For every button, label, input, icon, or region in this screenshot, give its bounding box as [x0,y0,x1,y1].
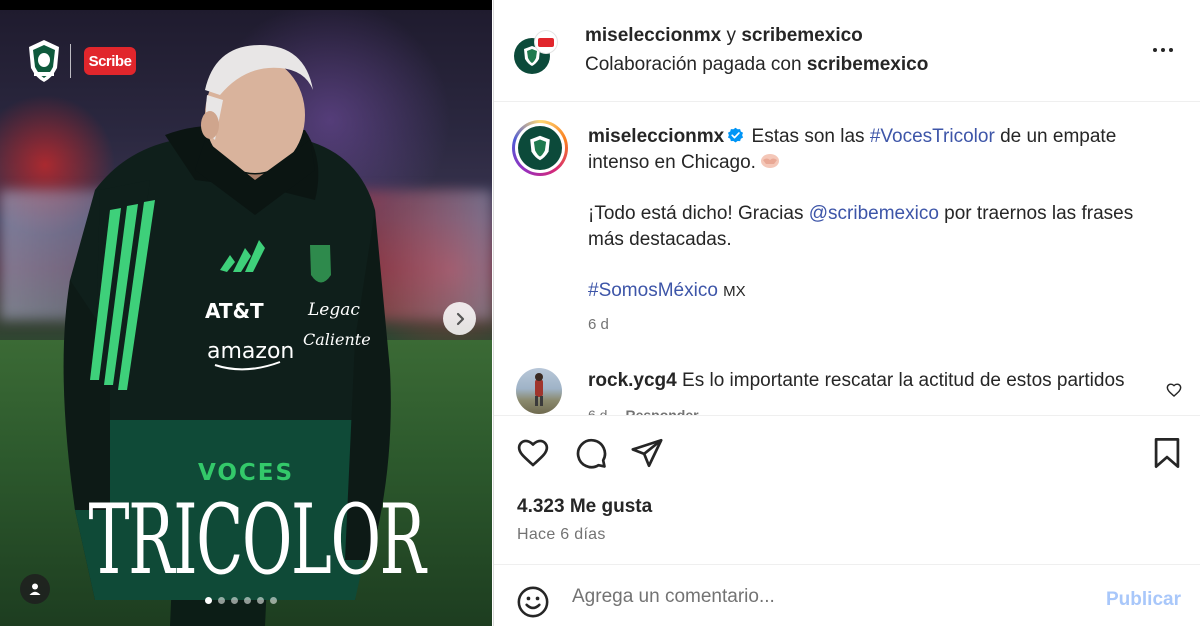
emoji-smiley-icon[interactable] [516,585,550,619]
more-options-button[interactable] [1151,40,1175,60]
caption-paragraph-2: ¡Todo está dicho! Gracias @scribemexico … [588,201,1148,253]
post-header: miseleccionmx y scribemexico Colaboració… [494,0,1200,102]
verified-badge-icon [728,127,744,143]
caption-avatar[interactable] [512,120,568,176]
collaborator-avatar[interactable] [534,30,558,54]
more-dot [1153,48,1157,52]
caption-para2-pre: ¡Todo está dicho! Gracias [588,203,804,224]
svg-text:Legac: Legac [307,300,360,320]
post-date[interactable]: Hace 6 días [517,526,606,544]
comment-bubble-icon[interactable] [574,436,608,470]
header-connector: y [726,25,737,46]
carousel-dot [231,597,238,604]
comment-like-heart-icon[interactable] [1166,382,1182,398]
comment-body: rock.ycg4 Es lo importante rescatar la a… [588,370,1158,392]
collaborator-username-link[interactable]: scribemexico [741,25,862,46]
carousel-dot [257,597,264,604]
carousel-next-button[interactable] [443,302,476,335]
more-dot [1169,48,1173,52]
comments-section[interactable]: miseleccionmx Estas son las #VocesTricol… [494,102,1200,416]
paid-prefix: Colaboración pagada con [585,54,802,75]
add-comment-bar: Publicar [494,564,1200,626]
share-paper-plane-icon[interactable] [630,436,664,470]
caption-timestamp[interactable]: 6 d [588,316,609,333]
carousel-dot [270,597,277,604]
comment-input[interactable] [572,581,1092,613]
svg-text:AT&T: AT&T [205,299,264,323]
svg-text:amazon: amazon [207,339,294,364]
comment-content: Es lo importante rescatar la actitud de … [682,370,1125,391]
caption-text: miseleccionmx Estas son las #VocesTricol… [588,124,1148,305]
carousel-dot-active [205,597,212,604]
caption-line1-pre: Estas son las [751,126,865,147]
paid-partnership-label: Colaboración pagada con scribemexico [585,54,928,76]
post-actions: 4.323 Me gusta Hace 6 días [494,418,1200,568]
comment-meta: 6 d Responder [588,407,699,415]
caption-username-link[interactable]: miseleccionmx [588,126,724,147]
commenter-avatar[interactable] [516,368,562,414]
avatar-core [518,126,562,170]
header-usernames: miseleccionmx y scribemexico [585,25,863,47]
mexico-flag-text: MX [723,283,746,300]
carousel-dot [218,597,225,604]
save-bookmark-icon[interactable] [1152,436,1182,470]
reply-button[interactable]: Responder [625,407,698,415]
mention-scribemexico[interactable]: @scribemexico [809,203,939,224]
scribe-mini-logo [538,37,554,47]
carousel-indicator [205,597,277,604]
hashtag-somosmexico[interactable]: #SomosMéxico [588,280,718,301]
caption-paragraph-3: #SomosMéxico MX [588,278,1148,305]
person-photo [535,373,543,406]
svg-text:Caliente: Caliente [303,330,371,349]
media-top-bar [0,0,492,10]
post-details-panel: miseleccionmx y scribemexico Colaboració… [493,0,1200,626]
comment-timestamp[interactable]: 6 d [588,407,607,415]
commenter-username-link[interactable]: rock.ycg4 [588,370,677,391]
handshake-emoji-icon [760,154,779,168]
post-media[interactable]: Scribe AT&T amazon Legac Caliente VOCES … [0,0,492,626]
caption-paragraph-1: miseleccionmx Estas son las #VocesTricol… [588,124,1148,176]
like-heart-icon[interactable] [516,436,550,470]
hashtag-vocestricolor[interactable]: #VocesTricolor [870,126,995,147]
likes-count[interactable]: 4.323 Me gusta [517,496,652,518]
more-dot [1161,48,1165,52]
crest-icon [530,135,550,161]
owner-username-link[interactable]: miseleccionmx [585,25,721,46]
overlay-title-tricolor: TRICOLOR [88,484,426,596]
tagged-users-button[interactable] [20,574,50,604]
chevron-right-icon [456,312,464,325]
carousel-dot [244,597,251,604]
paid-partner-link[interactable]: scribemexico [807,54,928,75]
overlay-title-voces: VOCES [197,460,295,486]
avatar-ring-inner [515,123,565,173]
user-icon [29,583,41,595]
publish-button[interactable]: Publicar [1106,589,1181,611]
